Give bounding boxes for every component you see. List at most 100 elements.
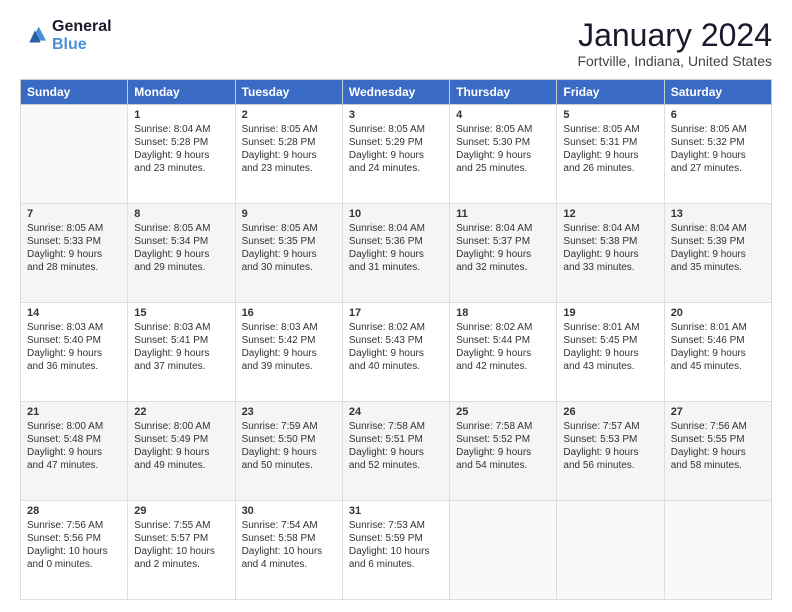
day-info: and 30 minutes. [242, 261, 336, 274]
day-number: 17 [349, 307, 443, 319]
day-cell: 15Sunrise: 8:03 AMSunset: 5:41 PMDayligh… [128, 303, 235, 402]
day-info: and 39 minutes. [242, 360, 336, 373]
day-info: and 26 minutes. [563, 162, 657, 175]
day-info: and 58 minutes. [671, 459, 765, 472]
day-info: Sunset: 5:40 PM [27, 334, 121, 347]
day-cell: 16Sunrise: 8:03 AMSunset: 5:42 PMDayligh… [235, 303, 342, 402]
day-info: Sunrise: 8:01 AM [671, 321, 765, 334]
day-info: Sunset: 5:32 PM [671, 136, 765, 149]
day-cell: 25Sunrise: 7:58 AMSunset: 5:52 PMDayligh… [450, 402, 557, 501]
day-number: 4 [456, 109, 550, 121]
day-info: Sunrise: 8:01 AM [563, 321, 657, 334]
day-number: 7 [27, 208, 121, 220]
day-cell: 9 Sunrise: 8:05 AMSunset: 5:35 PMDaylight… [235, 204, 342, 303]
day-number: 11 [456, 208, 550, 220]
header-monday: Monday [128, 80, 235, 105]
day-info: and 23 minutes. [134, 162, 228, 175]
day-info: Sunrise: 8:00 AM [134, 420, 228, 433]
day-info: Sunset: 5:51 PM [349, 433, 443, 446]
day-info: Sunset: 5:42 PM [242, 334, 336, 347]
day-info: Sunset: 5:34 PM [134, 235, 228, 248]
day-info: Sunset: 5:39 PM [671, 235, 765, 248]
day-info: Sunrise: 8:03 AM [134, 321, 228, 334]
day-info: Daylight: 9 hours [134, 248, 228, 261]
day-info: and 33 minutes. [563, 261, 657, 274]
day-cell: 24Sunrise: 7:58 AMSunset: 5:51 PMDayligh… [342, 402, 449, 501]
day-info: Sunset: 5:49 PM [134, 433, 228, 446]
day-info: Sunset: 5:53 PM [563, 433, 657, 446]
day-cell: 8Sunrise: 8:05 AMSunset: 5:34 PMDaylight… [128, 204, 235, 303]
day-info: Daylight: 9 hours [671, 347, 765, 360]
day-info: Sunrise: 8:03 AM [242, 321, 336, 334]
day-cell: 19Sunrise: 8:01 AMSunset: 5:45 PMDayligh… [557, 303, 664, 402]
day-info: Sunset: 5:28 PM [134, 136, 228, 149]
day-info: Sunrise: 8:04 AM [671, 222, 765, 235]
day-info: and 32 minutes. [456, 261, 550, 274]
day-info: Daylight: 9 hours [456, 446, 550, 459]
day-info: Daylight: 9 hours [456, 149, 550, 162]
day-info: Sunrise: 8:05 AM [242, 123, 336, 136]
location: Fortville, Indiana, United States [577, 53, 772, 69]
day-info: Sunrise: 7:56 AM [671, 420, 765, 433]
day-info: and 47 minutes. [27, 459, 121, 472]
day-number: 20 [671, 307, 765, 319]
day-info: Daylight: 9 hours [27, 347, 121, 360]
day-info: Sunset: 5:56 PM [27, 532, 121, 545]
week-row-5: 28Sunrise: 7:56 AMSunset: 5:56 PMDayligh… [21, 501, 772, 600]
week-row-3: 14Sunrise: 8:03 AMSunset: 5:40 PMDayligh… [21, 303, 772, 402]
day-info: and 56 minutes. [563, 459, 657, 472]
day-info: and 54 minutes. [456, 459, 550, 472]
day-info: Daylight: 9 hours [671, 149, 765, 162]
day-info: Sunrise: 8:03 AM [27, 321, 121, 334]
day-cell: 2Sunrise: 8:05 AMSunset: 5:28 PMDaylight… [235, 105, 342, 204]
day-info: Sunset: 5:50 PM [242, 433, 336, 446]
day-info: Daylight: 9 hours [671, 446, 765, 459]
day-info: Daylight: 9 hours [349, 149, 443, 162]
day-cell: 10Sunrise: 8:04 AMSunset: 5:36 PMDayligh… [342, 204, 449, 303]
day-info: Daylight: 9 hours [349, 446, 443, 459]
day-info: Sunrise: 8:04 AM [349, 222, 443, 235]
day-info: and 35 minutes. [671, 261, 765, 274]
day-info: Sunset: 5:35 PM [242, 235, 336, 248]
day-cell: 30Sunrise: 7:54 AMSunset: 5:58 PMDayligh… [235, 501, 342, 600]
day-cell: 20 Sunrise: 8:01 AMSunset: 5:46 PMDayligh… [664, 303, 771, 402]
logo-line1: General [52, 18, 112, 36]
day-info: Sunrise: 8:05 AM [134, 222, 228, 235]
day-info: Sunrise: 8:05 AM [349, 123, 443, 136]
header: General Blue January 2024 Fortville, Ind… [20, 18, 772, 69]
day-number: 30 [242, 505, 336, 517]
day-info: Sunrise: 7:58 AM [349, 420, 443, 433]
day-info: Daylight: 9 hours [242, 248, 336, 261]
day-cell [557, 501, 664, 600]
day-info: Sunrise: 8:05 AM [242, 222, 336, 235]
day-info: Daylight: 9 hours [242, 149, 336, 162]
day-number: 1 [134, 109, 228, 121]
day-info: Sunset: 5:41 PM [134, 334, 228, 347]
day-number: 18 [456, 307, 550, 319]
day-info: Sunrise: 8:05 AM [671, 123, 765, 136]
day-info: Sunset: 5:48 PM [27, 433, 121, 446]
header-wednesday: Wednesday [342, 80, 449, 105]
day-info: and 0 minutes. [27, 558, 121, 571]
day-info: Sunrise: 8:00 AM [27, 420, 121, 433]
day-number: 16 [242, 307, 336, 319]
day-info: and 42 minutes. [456, 360, 550, 373]
day-number: 22 [134, 406, 228, 418]
calendar-table: SundayMondayTuesdayWednesdayThursdayFrid… [20, 79, 772, 600]
day-number: 27 [671, 406, 765, 418]
day-info: Sunrise: 7:56 AM [27, 519, 121, 532]
week-row-1: 1Sunrise: 8:04 AMSunset: 5:28 PMDaylight… [21, 105, 772, 204]
day-info: Sunset: 5:46 PM [671, 334, 765, 347]
day-info: Sunset: 5:43 PM [349, 334, 443, 347]
header-tuesday: Tuesday [235, 80, 342, 105]
day-info: Sunrise: 7:53 AM [349, 519, 443, 532]
day-info: and 25 minutes. [456, 162, 550, 175]
day-info: Sunrise: 7:55 AM [134, 519, 228, 532]
day-cell: 12Sunrise: 8:04 AMSunset: 5:38 PMDayligh… [557, 204, 664, 303]
day-info: Daylight: 10 hours [349, 545, 443, 558]
logo-icon [20, 22, 48, 50]
day-info: and 45 minutes. [671, 360, 765, 373]
day-info: Sunset: 5:37 PM [456, 235, 550, 248]
day-info: Daylight: 10 hours [242, 545, 336, 558]
day-number: 9 [242, 208, 336, 220]
